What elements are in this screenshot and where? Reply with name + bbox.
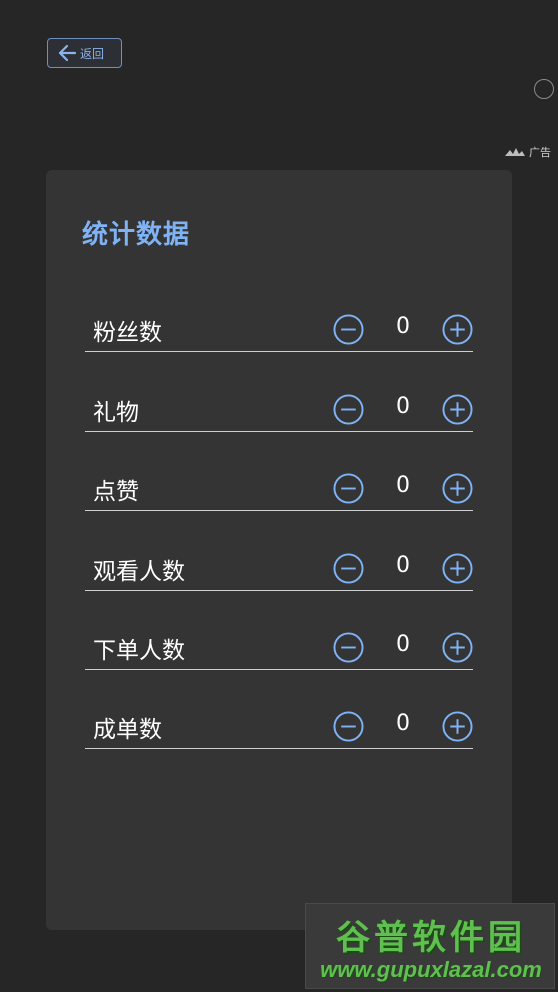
ad-logo-icon: [505, 148, 525, 156]
increment-button[interactable]: [442, 473, 473, 504]
stat-value: 0: [396, 473, 410, 498]
plus-circle-icon: [442, 394, 473, 425]
stats-card: 统计数据 粉丝数 0 礼物 0 点赞 0 观看人数 0 下单人数 0 成单数 0: [46, 170, 512, 930]
increment-button[interactable]: [442, 632, 473, 663]
stat-value: 0: [396, 553, 410, 578]
plus-circle-icon: [442, 632, 473, 663]
back-button[interactable]: 返回: [47, 38, 122, 68]
stat-value: 0: [396, 632, 410, 657]
increment-button[interactable]: [442, 711, 473, 742]
decrement-button[interactable]: [333, 473, 364, 504]
stat-label: 下单人数: [93, 638, 185, 664]
stat-label: 观看人数: [93, 559, 185, 585]
minus-circle-icon: [333, 394, 364, 425]
stat-row-fans: 粉丝数 0: [85, 302, 473, 352]
decrement-button[interactable]: [333, 314, 364, 345]
circle-icon[interactable]: [534, 79, 554, 99]
plus-circle-icon: [442, 314, 473, 345]
back-label: 返回: [80, 46, 105, 61]
plus-circle-icon: [442, 473, 473, 504]
minus-circle-icon: [333, 711, 364, 742]
decrement-button[interactable]: [333, 632, 364, 663]
minus-circle-icon: [333, 314, 364, 345]
stat-label: 粉丝数: [93, 320, 162, 346]
stat-row-orders: 成单数 0: [85, 699, 473, 749]
card-title: 统计数据: [82, 220, 191, 250]
decrement-button[interactable]: [333, 553, 364, 584]
ad-tag[interactable]: 广告: [504, 143, 551, 161]
ad-label: 广告: [529, 146, 551, 159]
minus-circle-icon: [333, 553, 364, 584]
minus-circle-icon: [333, 473, 364, 504]
decrement-button[interactable]: [333, 394, 364, 425]
plus-circle-icon: [442, 711, 473, 742]
arrow-left-icon: [58, 44, 77, 62]
stat-value: 0: [396, 314, 410, 339]
increment-button[interactable]: [442, 314, 473, 345]
stat-label: 礼物: [93, 400, 139, 426]
stat-row-buyers: 下单人数 0: [85, 620, 473, 670]
minus-circle-icon: [333, 632, 364, 663]
stat-row-gifts: 礼物 0: [85, 382, 473, 432]
increment-button[interactable]: [442, 553, 473, 584]
decrement-button[interactable]: [333, 711, 364, 742]
increment-button[interactable]: [442, 394, 473, 425]
plus-circle-icon: [442, 553, 473, 584]
watermark-url: www.gupuxlazal.com: [320, 957, 542, 982]
stat-row-likes: 点赞 0: [85, 461, 473, 511]
watermark-title: 谷普软件园: [336, 918, 526, 958]
stat-label: 成单数: [93, 717, 162, 743]
stat-row-viewers: 观看人数 0: [85, 541, 473, 591]
stat-value: 0: [396, 711, 410, 736]
stat-value: 0: [396, 394, 410, 419]
watermark-logo: 谷普软件园 www.gupuxlazal.com: [305, 903, 555, 989]
stat-label: 点赞: [93, 479, 139, 505]
